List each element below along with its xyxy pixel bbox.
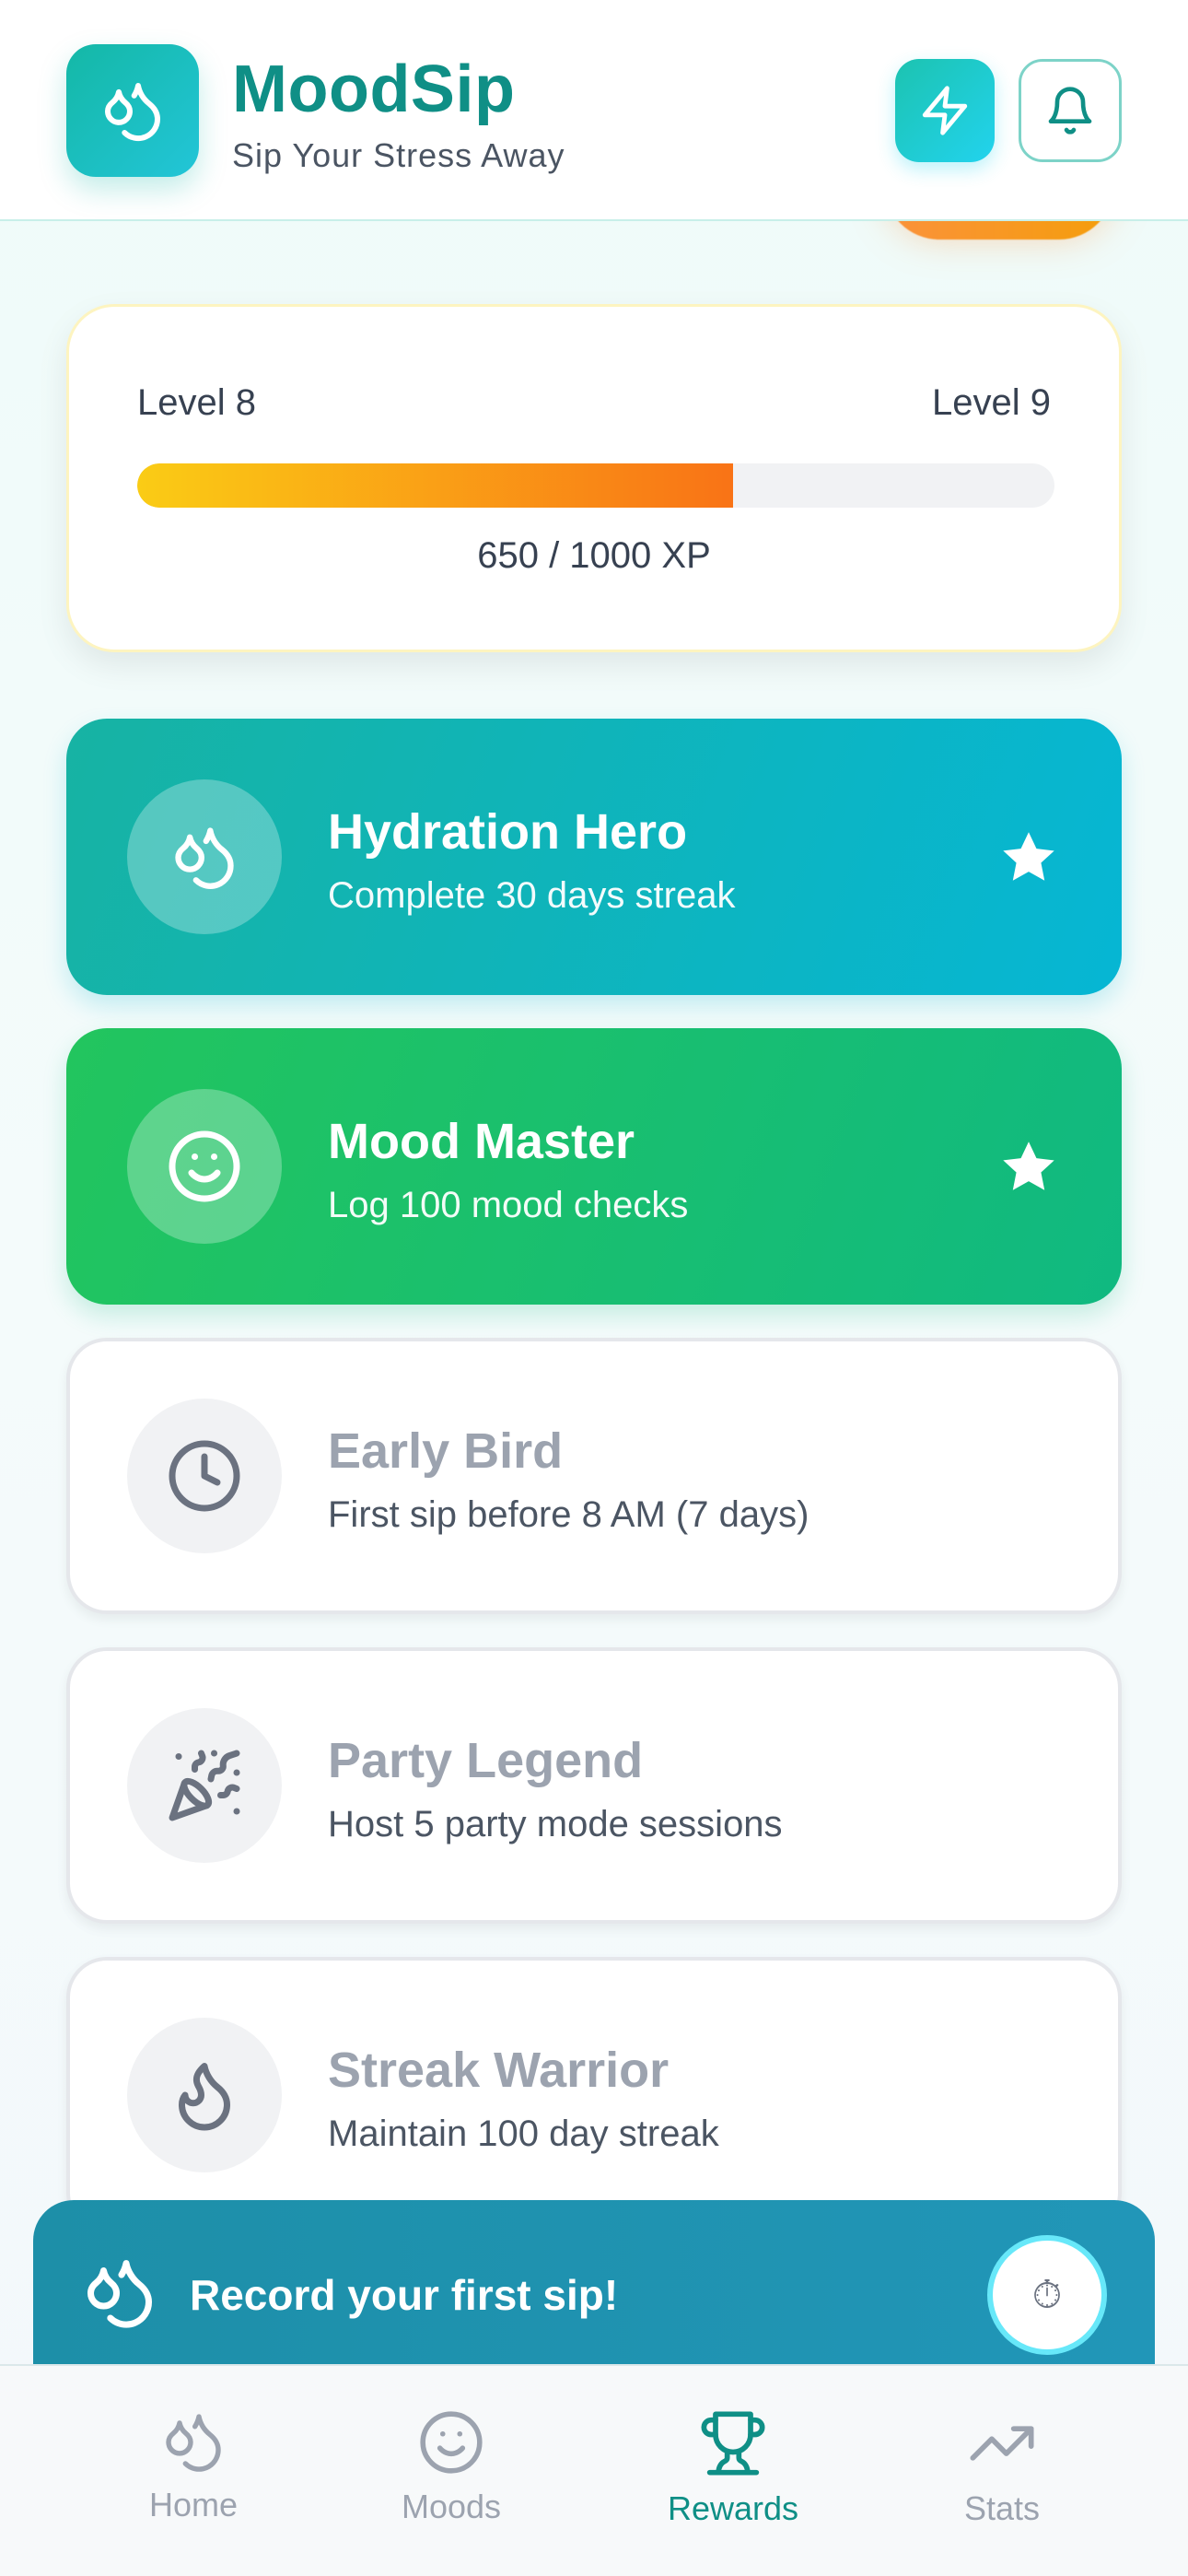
stopwatch-icon: ⏱ xyxy=(1031,2272,1063,2316)
achievement-title: Streak Warrior xyxy=(328,2043,670,2098)
nav-item-moods[interactable]: Moods xyxy=(341,2366,562,2550)
bolt-icon xyxy=(922,86,968,135)
achievement-icon-badge xyxy=(127,1708,282,1863)
nav-item-rewards[interactable]: Rewards xyxy=(623,2366,844,2550)
notifications-button[interactable] xyxy=(1019,59,1122,162)
app-tagline: Sip Your Stress Away xyxy=(232,136,565,174)
clock-icon xyxy=(169,1440,240,1512)
app-logo xyxy=(66,44,199,177)
star-icon xyxy=(1003,1142,1054,1190)
achievement-title: Hydration Hero xyxy=(328,804,688,860)
nav-item-home[interactable]: Home xyxy=(83,2366,304,2550)
nav-label: Moods xyxy=(401,2488,502,2525)
drops-icon xyxy=(175,827,234,889)
nav-item-stats[interactable]: Stats xyxy=(891,2366,1112,2550)
achievement-card-party-legend[interactable]: Party Legend Host 5 party mode sessions xyxy=(66,1647,1122,1924)
achievement-description: Host 5 party mode sessions xyxy=(328,1804,783,1844)
achievement-icon-badge xyxy=(127,1089,282,1244)
star-icon xyxy=(1003,832,1054,881)
nav-label: Home xyxy=(148,2486,239,2523)
drops-icon xyxy=(105,83,161,142)
achievement-title: Party Legend xyxy=(328,1733,644,1788)
quick-action-button[interactable] xyxy=(895,59,995,162)
trending-up-icon xyxy=(970,2426,1034,2461)
achievement-card-early-bird[interactable]: Early Bird First sip before 8 AM (7 days… xyxy=(66,1338,1122,1614)
record-sip-banner[interactable]: Record your first sip! ⏱ xyxy=(33,2200,1155,2384)
achievement-title: Mood Master xyxy=(328,1114,635,1169)
achievement-icon-badge xyxy=(127,2018,282,2172)
drops-icon xyxy=(87,2260,153,2328)
flame-icon xyxy=(179,2063,230,2131)
achievement-card-mood-master[interactable]: Mood Master Log 100 mood checks xyxy=(66,1028,1122,1305)
app-header: MoodSip Sip Your Stress Away xyxy=(0,0,1188,221)
current-level-label: Level 8 xyxy=(137,382,256,423)
sip-timer-button[interactable]: ⏱ xyxy=(987,2235,1107,2355)
bottom-navigation: Home Moods Rewards Stats xyxy=(0,2364,1188,2576)
drops-icon xyxy=(166,2414,221,2472)
xp-progress-text: 650 / 1000 XP xyxy=(477,535,711,576)
achievements-list: Hydration Hero Complete 30 days streak M… xyxy=(66,719,1122,2266)
achievement-title: Early Bird xyxy=(328,1423,564,1479)
achievement-description: Maintain 100 day streak xyxy=(328,2113,719,2154)
nav-label: Stats xyxy=(963,2489,1041,2527)
achievement-icon-badge xyxy=(127,1399,282,1553)
nav-label: Rewards xyxy=(667,2489,799,2527)
achievement-icon-badge xyxy=(127,779,282,934)
xp-progress-card: Level 8 Level 9 650 / 1000 XP xyxy=(66,304,1122,652)
xp-progress-fill xyxy=(137,463,734,508)
trophy-icon xyxy=(701,2411,765,2476)
app-title: MoodSip xyxy=(232,53,516,126)
bell-icon xyxy=(1048,87,1092,135)
party-popper-icon xyxy=(169,1750,240,1821)
record-sip-text: Record your first sip! xyxy=(190,2271,619,2319)
achievement-description: Log 100 mood checks xyxy=(328,1185,689,1225)
achievement-card-streak-warrior[interactable]: Streak Warrior Maintain 100 day streak xyxy=(66,1957,1122,2233)
smiley-icon xyxy=(169,1130,240,1202)
xp-progress-bar xyxy=(137,463,1054,508)
smiley-icon xyxy=(420,2411,483,2474)
achievement-description: Complete 30 days streak xyxy=(328,875,736,916)
achievement-card-hydration-hero[interactable]: Hydration Hero Complete 30 days streak xyxy=(66,719,1122,995)
achievement-description: First sip before 8 AM (7 days) xyxy=(328,1494,809,1535)
next-level-label: Level 9 xyxy=(932,382,1051,423)
